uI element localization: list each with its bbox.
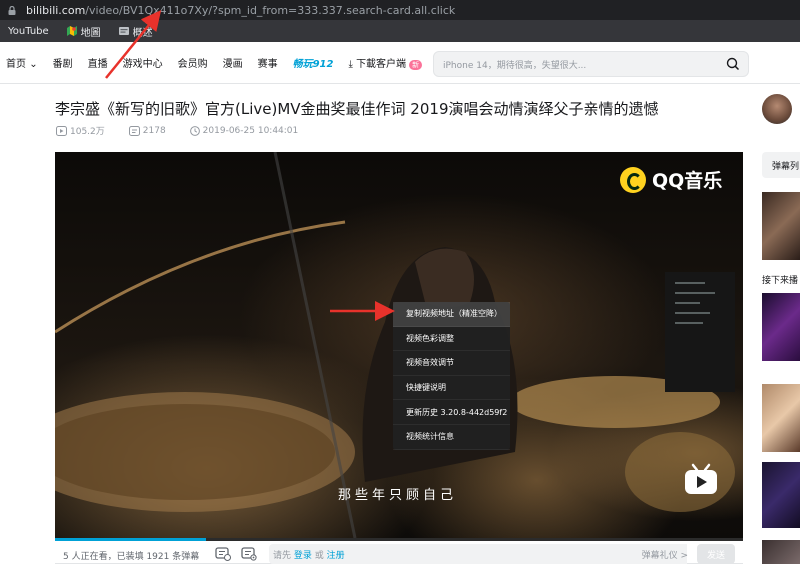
video-subtitle: 那些年只顾自己 <box>338 488 458 503</box>
bookmark-maps[interactable]: 地圖 <box>63 24 101 39</box>
bookmark-label: YouTube <box>8 25 49 37</box>
nav-live[interactable]: 直播 <box>88 55 108 70</box>
danmaku-settings-icon[interactable] <box>241 547 257 561</box>
send-button[interactable]: 发送 <box>697 544 735 564</box>
view-count: 105.2万 <box>56 124 117 137</box>
related-video-thumbnail[interactable] <box>762 462 800 528</box>
nav-vip-shop[interactable]: 会员购 <box>178 55 208 70</box>
url-host: bilibili.com <box>26 3 86 17</box>
related-video-thumbnail[interactable] <box>762 192 800 260</box>
nav-label: 首页 <box>6 59 26 70</box>
new-badge: 新 <box>409 60 423 70</box>
menu-changelog[interactable]: 更新历史 3.20.8-442d59f2 <box>393 400 510 425</box>
browser-chrome: bilibili.com/video/BV1Qx411o7Xy/?spm_id_… <box>0 0 800 42</box>
nav-download-client[interactable]: ⤓ 下載客户端新 <box>348 55 423 70</box>
play-count-icon <box>56 125 67 136</box>
next-up-label: 接下来播 <box>762 276 799 286</box>
nav-anime[interactable]: 番剧 <box>53 55 73 70</box>
menu-audio-adjust[interactable]: 视频音效调节 <box>393 351 510 376</box>
chevron-down-icon: ⌄ <box>29 59 38 70</box>
danmaku-count-value: 2178 <box>142 125 166 136</box>
register-link[interactable]: 注册 <box>327 551 345 561</box>
bookmark-label: 地圖 <box>80 27 101 39</box>
bookmark-label: 概述 <box>132 27 153 39</box>
nav-esports[interactable]: 赛事 <box>258 55 278 70</box>
menu-copy-video-url[interactable]: 复制视频地址（精准空降） <box>393 302 510 327</box>
clock-icon <box>189 125 200 136</box>
login-or: 或 <box>314 551 324 561</box>
danmaku-list-tab[interactable]: 弹幕列 <box>762 152 800 178</box>
related-video-thumbnail[interactable] <box>762 293 800 361</box>
download-icon: ⤓ <box>348 59 353 70</box>
bookmarks-bar: YouTube 地圖 概述 <box>0 21 167 41</box>
watermark-text: QQ音乐 <box>652 170 723 192</box>
related-video-thumbnail[interactable] <box>762 384 800 452</box>
view-count-value: 105.2万 <box>70 127 105 137</box>
menu-color-adjust[interactable]: 视频色彩调整 <box>393 327 510 352</box>
publish-date: 2019-06-25 10:44:01 <box>189 125 311 136</box>
login-prompt-prefix: 请先 <box>273 551 292 561</box>
user-avatar[interactable] <box>762 94 792 124</box>
search-placeholder: iPhone 14，期待很高，失望很大... <box>443 60 587 71</box>
danmaku-toggle-icon[interactable] <box>215 547 231 561</box>
video-player[interactable]: QQ音乐 那些年只顾自己 复制视频地址（精准空降） 视频色彩调整 视频音效调节 … <box>55 152 743 538</box>
nav-game-center[interactable]: 游戏中心 <box>123 55 163 70</box>
overview-icon <box>118 27 129 35</box>
context-menu: 复制视频地址（精准空降） 视频色彩调整 视频音效调节 快捷键说明 更新历史 3.… <box>393 302 510 450</box>
danmaku-etiquette-link[interactable]: 弹幕礼仪 > <box>642 548 688 561</box>
menu-shortcuts[interactable]: 快捷键说明 <box>393 376 510 401</box>
right-sidebar: 弹幕列 接下来播 <box>762 152 800 564</box>
menu-video-stats[interactable]: 视频统计信息 <box>393 425 510 450</box>
danmaku-icon <box>128 125 140 136</box>
download-label: 下載客户端 <box>356 59 407 70</box>
url-path: /video/BV1Qx411o7Xy/?spm_id_from=333.337… <box>85 3 456 17</box>
bookmark-youtube[interactable]: YouTube <box>0 26 49 37</box>
nav-home[interactable]: 首页 ⌄ <box>6 55 38 70</box>
qq-music-logo-icon <box>620 166 646 193</box>
qq-music-watermark: QQ音乐 <box>620 166 722 193</box>
nav-game-promo[interactable]: 畅玩912 <box>293 55 334 70</box>
video-meta: 105.2万 2178 2019-06-25 10:44:01 <box>56 124 322 137</box>
lock-icon <box>8 5 16 15</box>
publish-date-value: 2019-06-25 10:44:01 <box>202 125 299 136</box>
danmaku-input[interactable]: 请先 登录 或 注册 <box>269 544 687 564</box>
viewer-count: 5 人正在看，已装填 1921 条弹幕 <box>63 552 200 562</box>
related-video-thumbnail[interactable] <box>762 540 800 564</box>
address-bar[interactable]: bilibili.com/video/BV1Qx411o7Xy/?spm_id_… <box>0 0 800 20</box>
bookmark-overview[interactable]: 概述 <box>115 24 153 39</box>
nav-manga[interactable]: 漫画 <box>223 55 243 70</box>
video-title: 李宗盛《新写的旧歌》官方(Live)MV金曲奖最佳作词 2019演唱会动情演绎父… <box>55 100 659 118</box>
danmaku-bar: 5 人正在看，已装填 1921 条弹幕 请先 登录 或 注册 弹幕礼仪 > 发送 <box>55 541 743 564</box>
search-icon[interactable] <box>726 57 740 71</box>
search-input[interactable]: iPhone 14，期待很高，失望很大... <box>433 51 749 77</box>
danmaku-count: 2178 <box>128 125 178 136</box>
login-link[interactable]: 登录 <box>294 551 312 561</box>
maps-icon <box>66 26 77 36</box>
bilibili-tv-icon[interactable] <box>683 463 719 495</box>
